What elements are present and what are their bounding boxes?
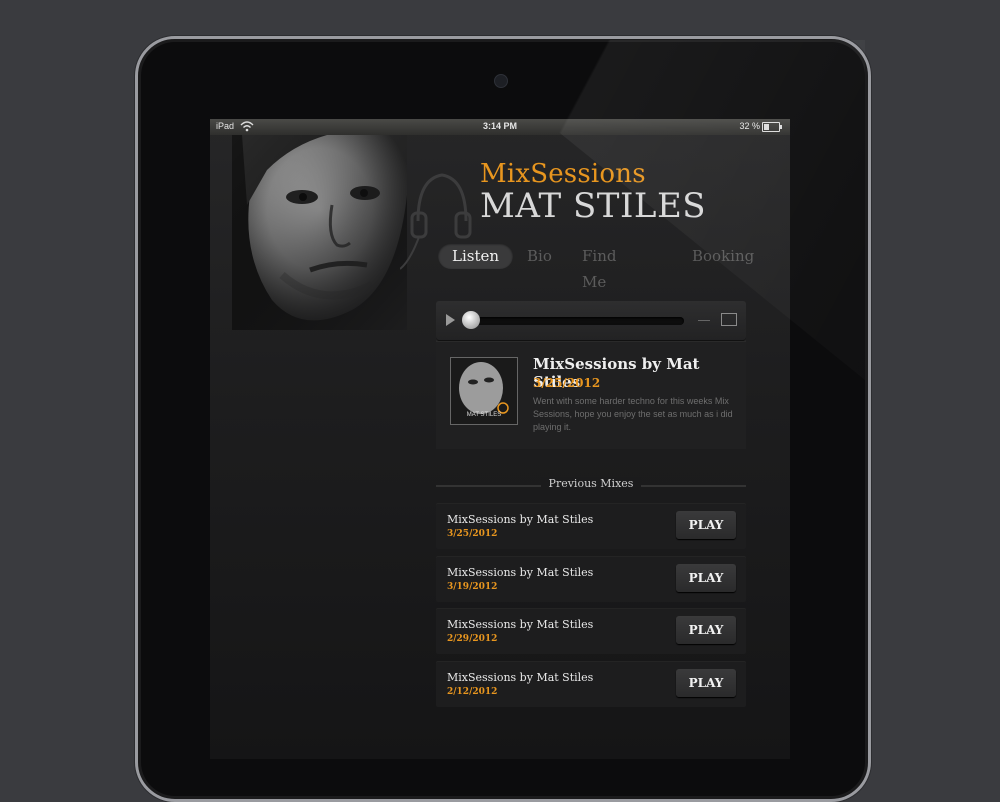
status-bar: iPad 3:14 PM 32 % [210,119,790,135]
mix-title: MixSessions by Mat Stiles [447,618,594,631]
previous-mixes-header: Previous Mixes [436,477,746,493]
tab-listen[interactable]: Listen [438,243,514,269]
play-button[interactable]: PLAY [676,669,736,697]
current-mix-date: 3/25/2012 [533,376,601,390]
progress-track[interactable] [466,317,684,325]
list-item: MixSessions by Mat Stiles 2/29/2012 PLAY [436,608,746,654]
cover-label: MAT STILES [466,412,502,418]
status-time: 3:14 PM [482,121,517,131]
artist-portrait [232,135,407,330]
audio-player [436,301,746,341]
mix-title: MixSessions by Mat Stiles [447,566,594,579]
play-button[interactable]: PLAY [676,564,736,592]
play-icon[interactable] [446,314,455,326]
cover-art: MAT STILES [450,357,518,425]
mix-date: 2/29/2012 [447,634,498,644]
play-button[interactable]: PLAY [676,616,736,644]
tab-booking[interactable]: Booking [692,243,754,269]
app-screen: iPad 3:14 PM 32 % MixSessions MAT STILES… [210,119,790,759]
battery-percent: 32 % [739,121,760,131]
list-item: MixSessions by Mat Stiles 2/12/2012 PLAY [436,661,746,707]
mix-title: MixSessions by Mat Stiles [447,671,594,684]
mix-title: MixSessions by Mat Stiles [447,513,594,526]
previous-mixes-label: Previous Mixes [540,477,642,490]
airplay-icon[interactable] [721,313,737,326]
list-item: MixSessions by Mat Stiles 3/19/2012 PLAY [436,556,746,602]
progress-knob[interactable] [462,311,480,329]
tab-find-me-on[interactable]: Find Me On [582,243,616,317]
mix-date: 2/12/2012 [447,687,498,697]
brand-series: MixSessions [480,159,646,189]
current-mix-description: Went with some harder techno for this we… [533,396,733,432]
mix-date: 3/19/2012 [447,582,498,592]
play-button[interactable]: PLAY [676,511,736,539]
current-mix-card: MAT STILES MixSessions by Mat Stiles 3/2… [436,341,746,449]
mix-date: 3/25/2012 [447,529,498,539]
volume-divider [698,320,710,321]
artist-name: MAT STILES [480,186,707,226]
battery-icon [762,122,782,132]
list-item: MixSessions by Mat Stiles 3/25/2012 PLAY [436,503,746,549]
tab-bio[interactable]: Bio [527,243,552,269]
camera-icon [494,74,508,88]
